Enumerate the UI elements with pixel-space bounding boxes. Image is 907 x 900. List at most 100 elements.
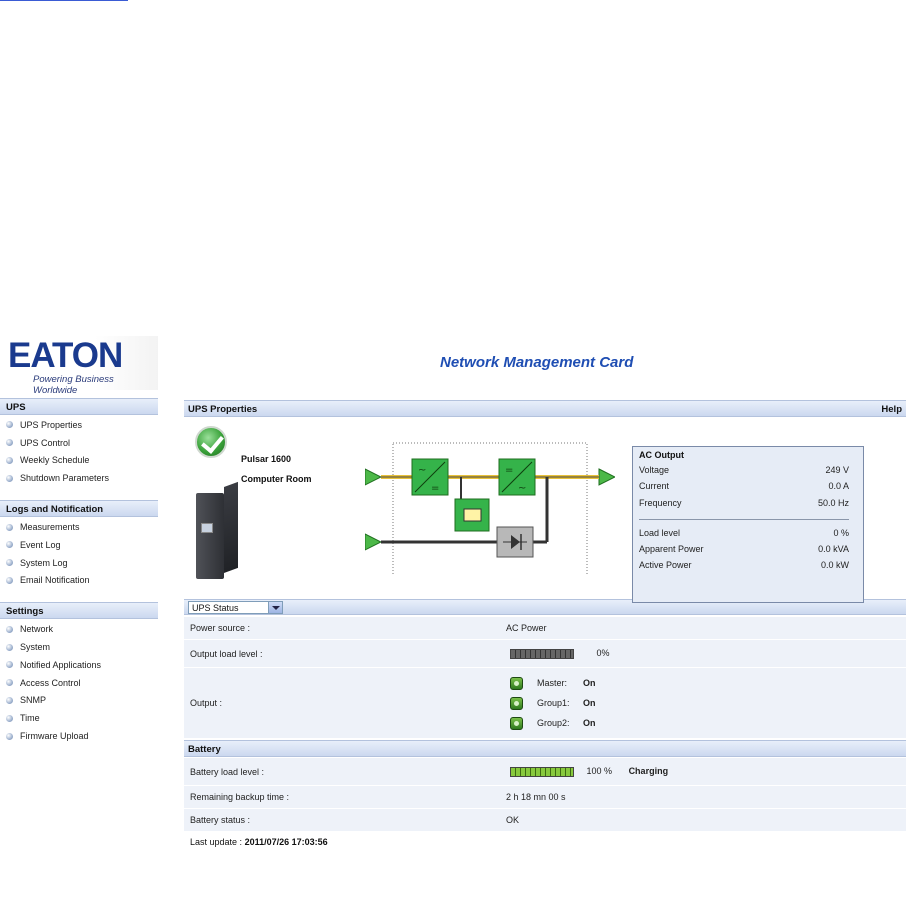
bullet-icon [6,714,13,722]
ups-device-front [196,493,224,579]
sidebar-item-label: System Log [20,557,68,568]
sidebar-item-label: Time [20,713,40,724]
sidebar-item-weekly-schedule[interactable]: Weekly Schedule [0,451,158,469]
battery-cell-icon [463,508,482,522]
last-update-value: 2011/07/26 17:03:56 [244,837,328,847]
output-group2: Group2: On [508,713,906,733]
nav-section-ups: UPS UPS Properties UPS Control Weekly Sc… [0,398,158,486]
bullet-icon [6,643,13,651]
ac-output-title: AC Output [639,450,684,460]
sidebar-item-firmware-upload[interactable]: Firmware Upload [0,726,158,744]
eaton-logo: EATON Powering Business Worldwide [0,336,158,396]
outlet-icon [510,696,523,710]
sidebar-item-ups-properties[interactable]: UPS Properties [0,415,158,433]
output-group1: Group1: On [508,693,906,713]
output-load-percent: 0% [596,648,610,659]
ac-value: 0 % [833,527,849,538]
row-label: Battery load level : [184,758,500,785]
ac-row-current: Current 0.0 A [639,481,857,497]
ac-label: Voltage [639,465,670,475]
sidebar-item-access-control[interactable]: Access Control [0,673,158,691]
bullet-icon [6,559,13,567]
row-value: 2 h 18 mn 00 s [500,786,906,808]
sidebar-item-label: Network [20,624,54,635]
nav-header-logs: Logs and Notification [0,500,158,518]
ac-row-active-power: Active Power 0.0 kW [639,560,857,576]
ups-status-table: Power source : AC Power Output load leve… [184,616,906,739]
logo-wordmark: EATON [8,336,123,375]
sidebar-item-ups-control[interactable]: UPS Control [0,433,158,451]
outlet-name: Group1: [537,698,570,708]
ac-label: Current [639,481,670,492]
sidebar-item-snmp[interactable]: SNMP [0,691,158,709]
output-arrow-icon [598,468,615,486]
row-value: 0% [500,640,906,667]
bullet-icon [6,732,13,740]
nav-header-settings: Settings [0,602,158,620]
bullet-icon [6,439,13,447]
row-label: Power source : [184,617,500,639]
bypass-input-arrow-icon [365,533,383,551]
row-value: OK [500,809,906,831]
inverter-symbol-dc: = [505,465,513,476]
ac-output-box: AC Output Voltage 249 V Current 0.0 A Freq… [632,446,864,603]
rectifier-symbol-dc: = [431,483,439,494]
sidebar-item-label: Event Log [20,539,61,550]
table-row: Power source : AC Power [184,617,906,639]
ups-overview: Pulsar 1600 Computer Room ~ = = ~ AC Out… [184,417,906,603]
table-row: Battery status : OK [184,809,906,831]
panel-header: UPS Properties Help [184,400,906,417]
bullet-icon [6,696,13,704]
bullet-icon [6,523,13,531]
sidebar-item-notified-applications[interactable]: Notified Applications [0,655,158,673]
ups-location: Computer Room [241,474,312,484]
select-value: UPS Status [192,603,239,613]
ac-label: Frequency [639,497,682,508]
table-row: Battery load level : 100 % Charging [184,758,906,785]
ups-device-screen [201,523,213,533]
ac-row-voltage: Voltage 249 V [639,465,857,481]
sidebar-item-label: Weekly Schedule [20,455,90,466]
sidebar-item-label: Firmware Upload [20,731,89,742]
ac-value: 50.0 Hz [817,497,849,508]
sidebar-item-network[interactable]: Network [0,619,158,637]
ac-value: 0.0 kW [820,560,849,571]
bullet-icon [6,661,13,669]
sidebar-item-measurements[interactable]: Measurements [0,517,158,535]
help-link[interactable]: Help [881,404,902,416]
outlet-name: Master: [537,678,568,688]
sidebar-item-label: Notified Applications [20,659,102,670]
ac-value: 0.0 A [828,481,849,492]
sidebar-item-system[interactable]: System [0,637,158,655]
row-label: Output load level : [184,640,500,667]
sidebar-item-label: Shutdown Parameters [20,473,110,484]
last-update-label: Last update : [190,837,243,847]
bullet-icon [6,576,13,584]
row-value: 100 % Charging [500,758,906,785]
logo-tagline: Powering Business Worldwide [33,374,114,396]
ac-row-apparent-power: Apparent Power 0.0 kVA [639,544,857,560]
sidebar-item-event-log[interactable]: Event Log [0,535,158,553]
sidebar-item-time[interactable]: Time [0,708,158,726]
row-value: Master: On Group1: On Group2: On [500,668,906,738]
battery-table: Battery load level : 100 % Charging Rema… [184,757,906,832]
main-panel: UPS Properties Help Pulsar 1600 Computer… [184,400,906,847]
sidebar-item-system-log[interactable]: System Log [0,553,158,571]
ac-row-frequency: Frequency 50.0 Hz [639,498,857,514]
sidebar-item-email-notification[interactable]: Email Notification [0,571,158,589]
table-row: Output load level : 0% [184,640,906,667]
row-value: AC Power [500,617,906,639]
sidebar-item-shutdown-parameters[interactable]: Shutdown Parameters [0,468,158,486]
sidebar-item-label: Email Notification [20,575,90,586]
outlet-icon [510,716,523,730]
row-label: Battery status : [184,809,500,831]
status-view-select[interactable]: UPS Status [188,601,283,614]
top-link-underline [0,0,128,1]
row-label: Remaining backup time : [184,786,500,808]
input-arrow-icon [365,468,383,486]
chevron-down-icon[interactable] [268,602,282,613]
ups-device-side [224,481,238,573]
nav-section-settings: Settings Network System Notified Applica… [0,602,158,744]
inverter-symbol-ac: ~ [518,483,526,494]
battery-load-bar [510,766,574,777]
